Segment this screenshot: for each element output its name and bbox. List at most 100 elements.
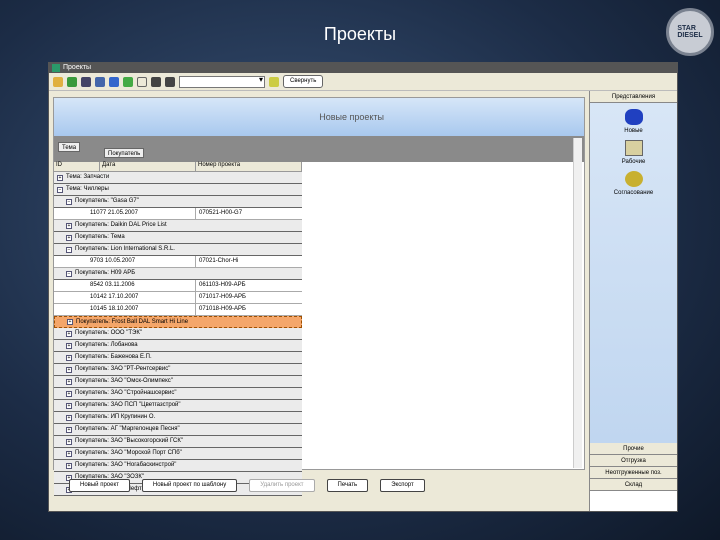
group-row[interactable]: + Покупатель: ЗАО "Омск-Олимпекс" (54, 376, 302, 388)
group-row[interactable]: + Покупатель: ЗАО "Высокогорский ГСК" (54, 436, 302, 448)
expand-toggle-icon[interactable]: + (66, 426, 72, 433)
view-new[interactable]: Новые (590, 103, 677, 134)
group-row[interactable]: + Покупатель: АГ "Маргелонцев Песня" (54, 424, 302, 436)
view-working[interactable]: Рабочие (590, 134, 677, 165)
cell-id-date: 9703 10.05.2007 (54, 256, 196, 267)
excel-icon[interactable] (67, 76, 77, 87)
expand-toggle-icon[interactable]: − (66, 198, 72, 205)
new-project-from-template-button[interactable]: Новый проект по шаблону (141, 479, 238, 492)
group-row[interactable]: + Покупатель: ЗАО ПСП "Цветгазстрой" (54, 400, 302, 412)
group-row[interactable]: + Покупатель: Лобанова (54, 340, 302, 352)
forward-arrow-icon[interactable] (95, 76, 105, 87)
expand-toggle-icon[interactable]: + (66, 462, 72, 469)
group-label: Покупатель: ООО "ТЭК" (75, 330, 142, 336)
cell-project-number: 071017-H09-АРБ (199, 294, 246, 300)
group-chip-customer[interactable]: Покупатель (104, 148, 145, 158)
export-button[interactable]: Экспорт (380, 479, 425, 492)
view-shipment[interactable]: Отгрузка (590, 455, 677, 467)
export-icon[interactable] (123, 76, 133, 87)
expand-toggle-icon[interactable]: + (57, 174, 63, 181)
refresh-icon[interactable] (109, 76, 119, 87)
cell-id-date: 10145 18.10.2007 (54, 304, 196, 315)
expand-toggle-icon[interactable]: + (66, 222, 72, 229)
expand-toggle-icon[interactable]: + (66, 390, 72, 397)
expand-toggle-icon[interactable]: + (66, 414, 72, 421)
open-folder-icon[interactable] (53, 76, 63, 87)
expand-toggle-icon[interactable]: + (66, 378, 72, 385)
vertical-scrollbar[interactable] (573, 138, 582, 468)
cell-project-number: 061103-H09-АРБ (199, 282, 246, 288)
column-id[interactable]: ID (54, 162, 100, 171)
group-row[interactable]: + Покупатель: ИП Крупинин О. (54, 412, 302, 424)
app-window: Проекты Свернуть Новые проекты Тема Поку… (48, 62, 678, 512)
expand-toggle-icon[interactable]: + (66, 354, 72, 361)
print-button[interactable]: Печать (326, 479, 369, 492)
table-row[interactable]: 10145 18.10.2007 071018-H09-АРБ (54, 304, 302, 316)
view-unshipped[interactable]: Неотгруженные поз. (590, 467, 677, 479)
view-other[interactable]: Прочие (590, 443, 677, 455)
group-row[interactable]: + Покупатель: ЗАО "Стройнашсервис" (54, 388, 302, 400)
view-label: Новые (624, 128, 643, 134)
group-label: Покупатель: Frost Ball DAL Smart Hi Line (76, 318, 189, 325)
group-row[interactable]: + Покупатель: Daikin DAL Price List (54, 220, 302, 232)
cell-project-number: 07021-Chor-Hi (199, 258, 239, 264)
group-label: Покупатель: ЗАО "Высокогорский ГСК" (75, 438, 183, 444)
group-row[interactable]: + Покупатель: Тема (54, 232, 302, 244)
grid-icon[interactable] (151, 76, 161, 87)
expand-toggle-icon[interactable]: + (66, 342, 72, 349)
stardiesel-logo: STAR DIESEL (666, 8, 714, 56)
expand-toggle-icon[interactable]: + (66, 330, 72, 337)
cell-project-number: 071018-H09-АРБ (199, 306, 246, 312)
view-approval[interactable]: Согласование (590, 165, 677, 196)
expand-toggle-icon[interactable]: + (66, 438, 72, 445)
group-chip-theme[interactable]: Тема (58, 142, 81, 152)
cell-id-date: 8542 03.11.2006 (54, 280, 196, 291)
group-by-bar: Тема Покупатель (54, 136, 584, 162)
filter-combo[interactable] (179, 75, 265, 88)
collapse-button[interactable]: Свернуть (283, 75, 324, 88)
view-warehouse[interactable]: Склад (590, 479, 677, 491)
search-icon[interactable] (137, 76, 147, 87)
column-date[interactable]: Дата (100, 162, 196, 171)
filter-icon[interactable] (269, 76, 279, 87)
expand-toggle-icon[interactable]: − (57, 186, 63, 193)
back-arrow-icon[interactable] (81, 76, 91, 87)
views-header: Представления (590, 91, 677, 103)
toolbar: Свернуть (49, 73, 677, 91)
expand-toggle-icon[interactable]: + (66, 234, 72, 241)
group-row[interactable]: + Покупатель: ЗАО "РТ-Рентсервис" (54, 364, 302, 376)
group-label: Тема: Запчасти (66, 174, 110, 180)
group-row[interactable]: + Покупатель: ООО "ТЭК" (54, 328, 302, 340)
expand-toggle-icon[interactable]: − (66, 270, 72, 277)
expand-toggle-icon[interactable]: − (66, 246, 72, 253)
table-row[interactable]: 11077 21.05.2007 070521-H00-G7 (54, 208, 302, 220)
table-row[interactable]: 8542 03.11.2006 061103-H09-АРБ (54, 280, 302, 292)
group-row[interactable]: − Покупатель: H09 АРБ (54, 268, 302, 280)
expand-toggle-icon[interactable]: + (66, 450, 72, 457)
group-label: Тема: Чиллеры (66, 186, 109, 192)
view-label: Рабочие (621, 159, 646, 165)
group-row[interactable]: − Покупатель: Lion International S.R.L. (54, 244, 302, 256)
new-project-button[interactable]: Новый проект (69, 479, 130, 492)
delete-project-button[interactable]: Удалить проект (249, 479, 315, 492)
group-row[interactable]: + Тема: Запчасти (54, 172, 302, 184)
group-row[interactable]: − Тема: Чиллеры (54, 184, 302, 196)
table-row[interactable]: 10142 17.10.2007 071017-H09-АРБ (54, 292, 302, 304)
grid-rows: + Тема: Запчасти − Тема: Чиллеры − Покупатель… (54, 172, 302, 496)
group-row[interactable]: + Покупатель: Frost Ball DAL Smart Hi Lin… (54, 316, 302, 328)
table-row[interactable]: 9703 10.05.2007 07021-Chor-Hi (54, 256, 302, 268)
column-headers: ID Дата Номер проекта (54, 162, 302, 172)
window-title: Проекты (63, 64, 92, 71)
group-row[interactable]: − Покупатель: "Gasa G7" (54, 196, 302, 208)
group-row[interactable]: + Покупатель: ЗАО "Морской Порт СПб" (54, 448, 302, 460)
group-label: Покупатель: Daikin DAL Price List (75, 222, 167, 228)
group-row[interactable]: + Покупатель: ЗАО "Ногабаскинстрой" (54, 460, 302, 472)
column-project-number[interactable]: Номер проекта (196, 162, 302, 171)
group-label: Покупатель: Лобанова (75, 342, 138, 348)
expand-toggle-icon[interactable]: + (66, 366, 72, 373)
group-row[interactable]: + Покупатель: Баженова Е.П. (54, 352, 302, 364)
expand-toggle-icon[interactable]: + (67, 319, 73, 325)
expand-toggle-icon[interactable]: + (66, 402, 72, 409)
grid2-icon[interactable] (165, 76, 175, 87)
view-label: Согласование (613, 190, 654, 196)
